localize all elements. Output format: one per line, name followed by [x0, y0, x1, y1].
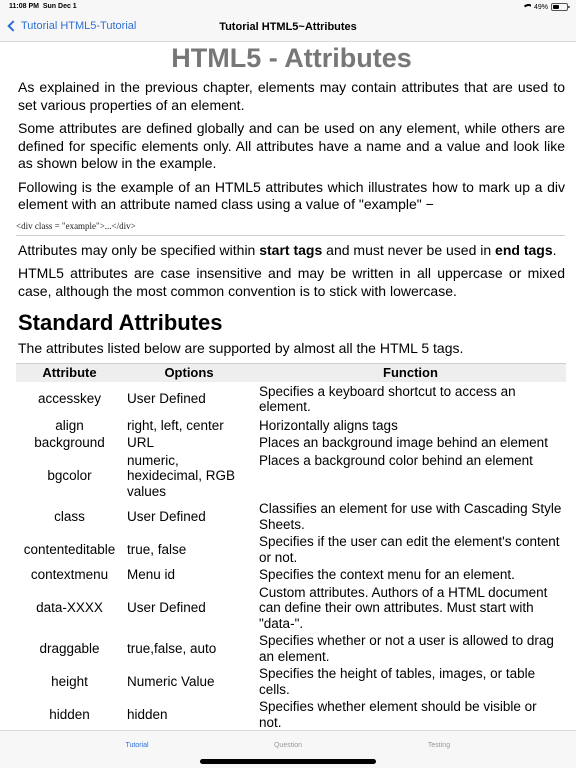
cell-options: User Defined — [127, 600, 206, 615]
cell-function: Specifies if the user can edit the eleme… — [259, 534, 560, 565]
attributes-table: Attribute Options Function accesskey User… — [16, 363, 566, 730]
table-row: hidden hidden Specifies whether element sh… — [16, 698, 566, 730]
table-row: contenteditable true, false Specifies if t… — [16, 533, 566, 566]
tab-bar: Tutorial Question Testing — [0, 730, 576, 768]
battery-fill — [553, 5, 559, 9]
paragraph-2: Some attributes are defined globally and… — [18, 120, 565, 171]
paragraph-5: HTML5 attributes are case insensitive an… — [18, 265, 565, 299]
cell-attribute: hidden — [49, 706, 90, 722]
cell-attribute: data-XXXX — [36, 600, 103, 615]
header-attribute: Attribute — [16, 363, 123, 382]
cell-function: Specifies the context menu for an elemen… — [259, 567, 515, 582]
tab-tutorial[interactable]: Tutorial — [87, 742, 187, 749]
navigation-bar: Tutorial HTML5-Tutorial Tutorial HTML5~A… — [0, 14, 576, 42]
cell-function: Places an background image behind an ele… — [259, 435, 548, 450]
paragraph-1: As explained in the previous chapter, el… — [18, 79, 565, 113]
cell-attribute: height — [51, 673, 88, 689]
battery-percent: 49% — [533, 3, 548, 11]
table-row: align right, left, center Horizontally ali… — [16, 417, 566, 435]
cell-attribute: align — [55, 417, 84, 433]
header-options: Options — [123, 363, 255, 382]
page-title: HTML5 - Attributes — [171, 43, 412, 73]
cell-options: true,false, auto — [127, 640, 217, 656]
cell-options: User Defined — [127, 391, 206, 407]
cell-options: User Defined — [127, 508, 206, 524]
cell-options: numeric, hexidecimal, RGB values — [127, 452, 236, 499]
cell-function: Classifies an element for use with Casca… — [259, 501, 562, 532]
content-area[interactable]: HTML5 - Attributes As explained in the p… — [0, 42, 576, 730]
table-row: contextmenu Menu id Specifies the context … — [16, 566, 566, 584]
table-row: class User Defined Classifies an element f… — [16, 500, 566, 533]
table-row: accesskey User Defined Specifies a keyboar… — [16, 382, 566, 417]
cell-function: Horizontally aligns tags — [259, 417, 398, 433]
cell-function: Custom attributes. Authors of a HTML doc… — [259, 584, 548, 631]
table-row: data-XXXX User Defined Custom attributes. … — [16, 584, 566, 633]
status-date: Sun Dec 1 — [42, 3, 77, 10]
cell-options: hidden — [127, 706, 168, 722]
cell-options: URL — [127, 435, 155, 450]
cell-function: Specifies a keyboard shortcut to access … — [259, 383, 516, 415]
status-bar: 11:08 PM Sun Dec 1 49% — [0, 0, 576, 14]
tab-testing[interactable]: Testing — [389, 742, 489, 749]
home-indicator[interactable] — [200, 759, 376, 764]
cell-options: Numeric Value — [127, 673, 215, 689]
code-example: <div class = "example">...</div> — [16, 221, 565, 236]
table-row: bgcolor numeric, hexidecimal, RGB values P… — [16, 452, 566, 501]
cell-options: right, left, center — [127, 417, 224, 433]
cell-function: Specifies whether or not a user is allow… — [259, 633, 554, 664]
cell-function: Places a background color behind an elem… — [259, 452, 533, 468]
bold-end-tags: end tags — [495, 241, 553, 258]
cell-attribute: bgcolor — [47, 468, 92, 483]
cell-attribute: class — [54, 508, 85, 524]
table-row: draggable true,false, auto Specifies wheth… — [16, 632, 566, 665]
cell-attribute: accesskey — [37, 391, 102, 407]
cell-attribute: contextmenu — [30, 567, 109, 582]
status-time: 11:08 PM Sun Dec 1 — [9, 3, 77, 10]
cell-attribute: draggable — [39, 640, 100, 656]
battery-icon — [551, 3, 570, 11]
cell-function: Specifies the height of tables, images, … — [259, 666, 536, 697]
header-function: Function — [255, 363, 566, 382]
wifi-icon — [521, 3, 531, 11]
cell-options: true, false — [127, 541, 187, 557]
section-title: Standard Attributes — [18, 310, 223, 335]
cell-options: Menu id — [127, 567, 176, 582]
cell-attribute: contenteditable — [23, 541, 116, 557]
paragraph-4: Attributes may only be specified within … — [18, 241, 557, 258]
table-header-row: Attribute Options Function — [16, 363, 566, 382]
table-row: height Numeric Value Specifies the height … — [16, 665, 566, 698]
status-right: 49% — [521, 3, 570, 11]
paragraph-3: Following is the example of an HTML5 att… — [18, 178, 565, 213]
bold-start-tags: start tags — [259, 241, 323, 258]
table-row: background URL Places an background image … — [16, 434, 566, 452]
cell-function: Specifies whether element should be visi… — [259, 699, 537, 730]
tab-question[interactable]: Question — [238, 742, 338, 749]
nav-title: Tutorial HTML5~Attributes — [219, 21, 357, 33]
section-intro: The attributes listed below are supporte… — [18, 340, 464, 356]
cell-attribute: background — [34, 435, 105, 450]
